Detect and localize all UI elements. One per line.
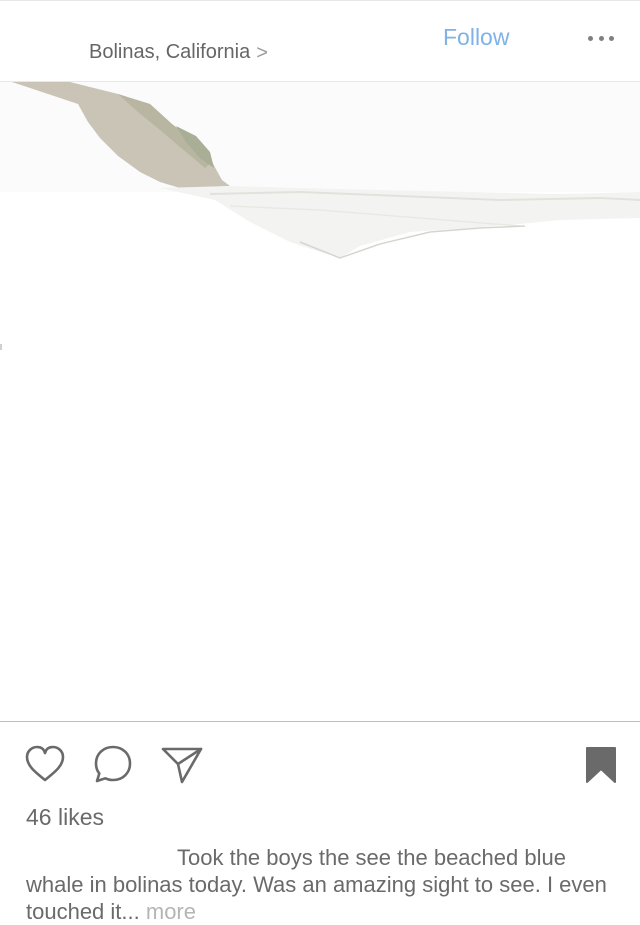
post-screen: Bolinas, California > Follow 46 likes To… [0,0,640,925]
post-image [0,82,640,721]
likes-count[interactable]: 46 likes [26,804,104,831]
post-header: Bolinas, California > Follow [0,0,640,82]
ellipsis-icon[interactable] [588,33,614,43]
bookmark-icon[interactable] [585,744,617,784]
post-actions [0,740,640,790]
ellipsis-dot [588,35,593,41]
caption-more-link[interactable]: more [146,899,196,924]
post-caption: Took the boys the see the beached blue w… [26,844,616,925]
location-label: Bolinas, California [89,41,251,63]
comment-bubble-icon[interactable] [92,744,134,786]
location-link[interactable]: Bolinas, California > [89,41,268,64]
ellipsis-dot [598,35,604,41]
caption-text: Took the boys the see the beached blue w… [26,845,607,924]
follow-button[interactable]: Follow [443,24,509,51]
chevron-right-icon: > [256,41,268,64]
paper-plane-icon[interactable] [160,744,204,786]
heart-icon[interactable] [24,744,66,784]
ellipsis-dot [609,35,614,41]
post-photo[interactable] [0,82,640,722]
